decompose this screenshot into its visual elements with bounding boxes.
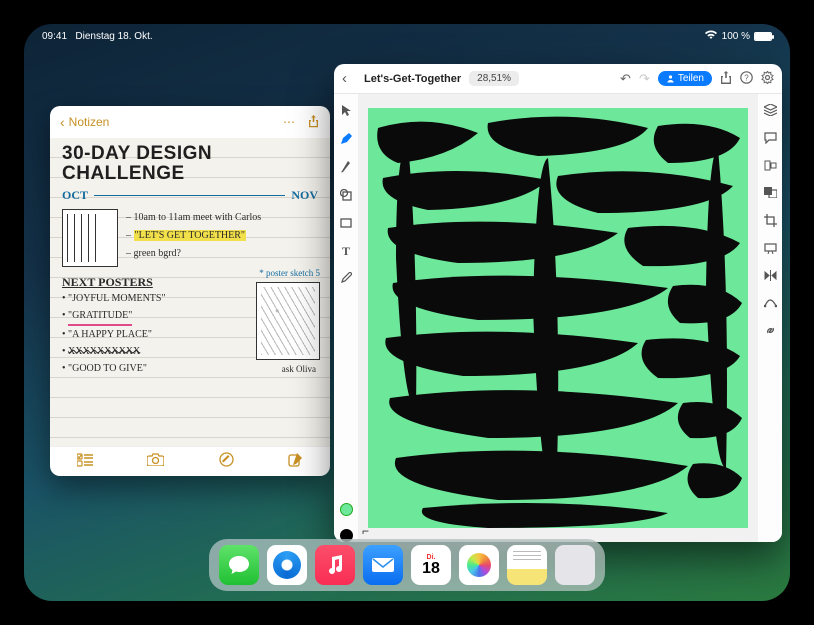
status-right: 100 % [704, 30, 772, 43]
shapes-icon[interactable] [340, 189, 352, 204]
undo-icon[interactable]: ↶ [620, 71, 631, 87]
notes-page[interactable]: 30-DAY DESIGN CHALLENGE OCT NOV – 10am t… [50, 138, 330, 446]
task-1: 10am to 11am meet with Carlos [134, 212, 262, 223]
notes-window[interactable]: ••• ‹ Notizen ⋯ 30-DAY DESIGN CHALLENGE … [50, 106, 330, 476]
export-icon[interactable] [720, 71, 732, 87]
app-safari[interactable] [267, 545, 307, 585]
path-icon[interactable] [764, 297, 777, 311]
app-messages[interactable] [219, 545, 259, 585]
flip-icon[interactable] [764, 270, 777, 284]
align-icon[interactable] [764, 160, 777, 174]
wifi-icon [704, 30, 718, 43]
poster-4: XXXXXXXXXX [68, 346, 140, 357]
freeform-toolbar: ‹ Let's-Get-Together 28,51% ↶ ↷ Teilen ? [334, 64, 782, 94]
thumbnail-sketch [62, 209, 118, 267]
notes-toolbar: ‹ Notizen ⋯ [50, 106, 330, 138]
settings-icon[interactable] [761, 71, 774, 87]
poster-5: "GOOD TO GIVE" [68, 363, 147, 374]
back-icon[interactable]: ‹ [342, 70, 356, 87]
task-3: green bgrd? [134, 248, 181, 259]
status-date: Dienstag 18. Okt. [75, 31, 152, 42]
help-icon[interactable]: ? [740, 71, 753, 87]
note-bullets: – 10am to 11am meet with Carlos – "LET'S… [126, 209, 318, 267]
right-toolbar [758, 94, 782, 542]
month-divider [94, 195, 285, 197]
app-mail[interactable] [363, 545, 403, 585]
month-to: NOV [291, 188, 318, 203]
dock: Di. 18 [209, 539, 605, 591]
poster-sketch [256, 282, 320, 360]
app-calendar[interactable]: Di. 18 [411, 545, 451, 585]
poster-1: "JOYFUL MOMENTS" [68, 293, 166, 304]
note-months: OCT NOV [62, 188, 318, 203]
text-icon[interactable]: T [342, 244, 350, 259]
freeform-body: T [334, 94, 782, 542]
layers-icon[interactable] [764, 104, 777, 119]
board-title[interactable]: Let's-Get-Together [364, 73, 461, 85]
presentation-icon[interactable] [764, 243, 777, 257]
link-icon[interactable] [764, 324, 777, 340]
arrange-icon[interactable] [764, 187, 777, 201]
pen-icon[interactable] [340, 133, 352, 148]
share-button[interactable]: Teilen [658, 71, 712, 86]
battery-percent: 100 % [722, 31, 750, 42]
checklist-icon[interactable] [77, 453, 93, 471]
fill-color-swatch[interactable] [340, 503, 353, 516]
compose-icon[interactable] [288, 452, 303, 471]
battery-icon [754, 32, 772, 41]
artwork-canvas[interactable] [368, 108, 748, 528]
share-label: Teilen [678, 73, 704, 84]
zoom-level[interactable]: 28,51% [469, 71, 519, 86]
ipad-screen: 09:41 Dienstag 18. Okt. 100 % ••• ‹ Noti… [24, 24, 790, 601]
canvas-area[interactable]: ⌐ [358, 94, 758, 542]
cal-date: 18 [422, 561, 440, 577]
back-label[interactable]: Notizen [69, 115, 110, 129]
eyedropper-icon[interactable] [340, 272, 352, 287]
status-left: 09:41 Dienstag 18. Okt. [42, 31, 153, 42]
app-photos[interactable] [459, 545, 499, 585]
app-notes[interactable] [507, 545, 547, 585]
rect-icon[interactable] [340, 217, 352, 231]
camera-icon[interactable] [147, 453, 164, 470]
ask-label: ask Oliva [282, 364, 316, 374]
left-toolbar: T [334, 94, 358, 542]
back-icon[interactable]: ‹ [60, 114, 65, 130]
redo-icon[interactable]: ↷ [639, 71, 650, 87]
status-time: 09:41 [42, 31, 67, 42]
note-title-2: CHALLENGE [62, 164, 318, 184]
poster-3: "A HAPPY PLACE" [68, 329, 152, 340]
poster-2: "GRATITUDE" [68, 307, 132, 326]
brush-icon[interactable] [340, 161, 352, 176]
freeform-window[interactable]: ••• ‹ Let's-Get-Together 28,51% ↶ ↷ Teil… [334, 64, 782, 542]
resize-handle-icon[interactable]: ⌐ [362, 524, 369, 538]
month-from: OCT [62, 188, 88, 203]
crop-icon[interactable] [764, 214, 777, 230]
note-title-1: 30-DAY DESIGN [62, 144, 318, 164]
task-2: "LET'S GET TOGETHER" [134, 230, 247, 241]
app-folder[interactable] [555, 545, 595, 585]
more-icon[interactable]: ⋯ [283, 115, 295, 129]
share-icon[interactable] [307, 114, 320, 131]
ipad-device-frame: 09:41 Dienstag 18. Okt. 100 % ••• ‹ Noti… [10, 10, 804, 615]
svg-text:?: ? [744, 73, 749, 82]
markup-icon[interactable] [219, 452, 234, 471]
comment-icon[interactable] [764, 132, 777, 147]
notes-bottom-toolbar [50, 446, 330, 476]
status-bar: 09:41 Dienstag 18. Okt. 100 % [24, 24, 790, 46]
cursor-icon[interactable] [341, 104, 352, 120]
sketch-label: * poster sketch 5 [259, 268, 320, 278]
app-music[interactable] [315, 545, 355, 585]
